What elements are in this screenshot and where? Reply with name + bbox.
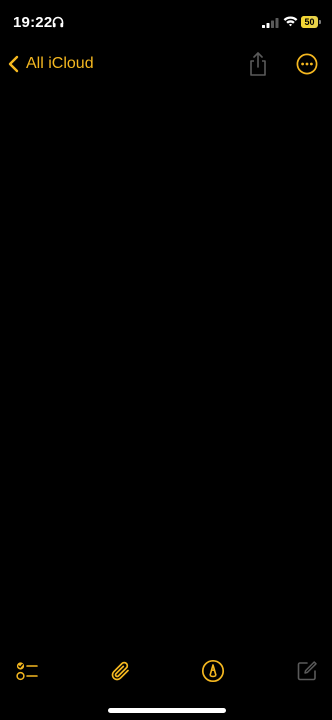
attachment-button[interactable]	[109, 659, 133, 683]
home-indicator[interactable]	[108, 708, 226, 713]
checklist-icon	[15, 659, 39, 683]
paperclip-icon	[109, 659, 133, 683]
battery-level: 50	[304, 17, 315, 27]
share-icon	[247, 51, 269, 77]
back-label: All iCloud	[26, 55, 94, 72]
markup-pen-icon	[201, 659, 225, 683]
back-button[interactable]: All iCloud	[6, 50, 94, 78]
battery-icon: 50	[301, 16, 321, 28]
bottom-toolbar	[0, 650, 332, 690]
note-body[interactable]	[0, 90, 332, 640]
more-ellipsis-icon	[296, 53, 318, 75]
more-button[interactable]	[296, 53, 318, 75]
compose-icon	[295, 659, 319, 683]
share-button[interactable]	[247, 51, 269, 77]
battery-body: 50	[301, 16, 318, 28]
wifi-icon	[283, 15, 298, 27]
markup-button[interactable]	[201, 659, 225, 683]
chevron-left-icon	[6, 54, 22, 74]
status-bar: 19:22 50	[0, 0, 332, 44]
status-time: 19:22	[13, 14, 53, 31]
cellular-signal-icon	[262, 17, 279, 28]
checklist-button[interactable]	[15, 659, 39, 683]
headphones-icon	[52, 16, 64, 28]
compose-button[interactable]	[295, 659, 319, 683]
battery-cap	[319, 20, 321, 24]
